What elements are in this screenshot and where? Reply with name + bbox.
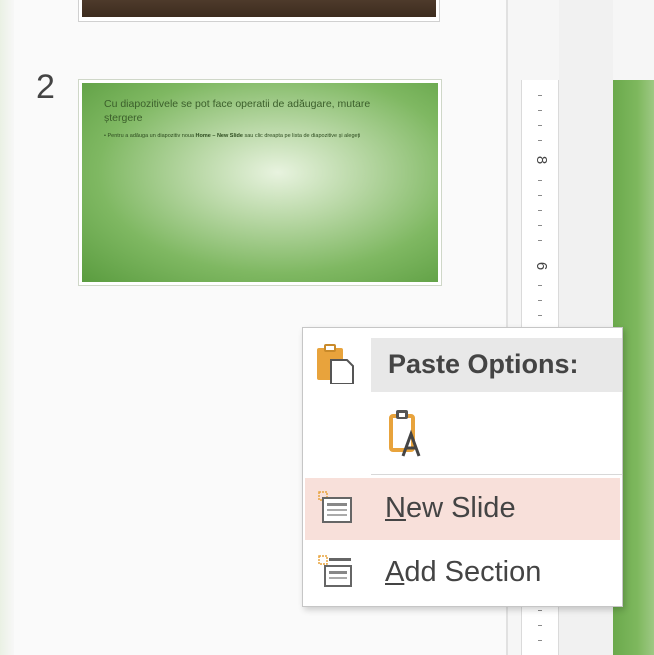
add-section-accelerator: A <box>385 556 405 588</box>
ruler-tick <box>538 625 542 626</box>
paste-options-header: Paste Options: <box>371 338 622 392</box>
ruler-tick <box>538 300 542 301</box>
slide-2-bullet: • Pentru a adăuga un diapozitiv noua Hom… <box>104 133 361 139</box>
slide-2-bullet-pre: Pentru a adăuga un diapozitiv noua <box>107 133 196 139</box>
ruler-tick <box>538 110 542 111</box>
add-section-icon <box>318 555 352 587</box>
add-section-label: Add Section <box>385 556 541 589</box>
ruler-label-8: 8 <box>533 155 550 165</box>
ruler-tick <box>538 225 542 226</box>
ruler-tick <box>538 180 542 181</box>
add-section-menu-item[interactable]: Add Section <box>305 542 620 604</box>
new-slide-icon <box>318 491 352 523</box>
ruler-tick <box>538 640 542 641</box>
menu-separator <box>371 474 622 475</box>
left-edge-strip <box>0 0 14 655</box>
ruler-tick <box>538 125 542 126</box>
new-slide-label-rest: ew Slide <box>405 492 516 524</box>
keep-text-only-icon[interactable] <box>385 408 429 460</box>
slide-2-preview: Cu diapozitivele se pot face operatii de… <box>82 83 438 282</box>
new-slide-menu-item[interactable]: New Slide <box>305 478 620 540</box>
slide-2-bullet-post: sau clic dreapta pe lista de diapozitive… <box>242 133 361 139</box>
new-slide-accelerator: N <box>385 492 406 524</box>
slide-thumbnail-1[interactable] <box>78 0 440 22</box>
ruler-tick <box>538 610 542 611</box>
ruler-label-6: 6 <box>533 261 550 271</box>
add-section-label-rest: dd Section <box>404 556 542 588</box>
slide-thumbnail-2[interactable]: Cu diapozitivele se pot face operatii de… <box>78 79 442 286</box>
slide-2-title: Cu diapozitivele se pot face operatii de… <box>104 98 371 124</box>
context-menu: Paste Options: New Slide Add Section <box>302 327 623 607</box>
ruler-tick <box>538 95 542 96</box>
ruler-tick <box>538 285 542 286</box>
slide-number-2: 2 <box>36 68 55 106</box>
slide-1-preview <box>82 0 436 17</box>
ruler-tick <box>538 210 542 211</box>
paste-options-label: Paste Options: <box>388 349 579 379</box>
ruler-tick <box>538 140 542 141</box>
ruler-tick <box>538 315 542 316</box>
ruler-tick <box>538 240 542 241</box>
ruler-tick <box>538 195 542 196</box>
new-slide-label: New Slide <box>385 492 516 525</box>
paste-clipboard-icon <box>317 344 354 384</box>
slide-2-bullet-bold: Home – New Slide <box>195 133 243 139</box>
